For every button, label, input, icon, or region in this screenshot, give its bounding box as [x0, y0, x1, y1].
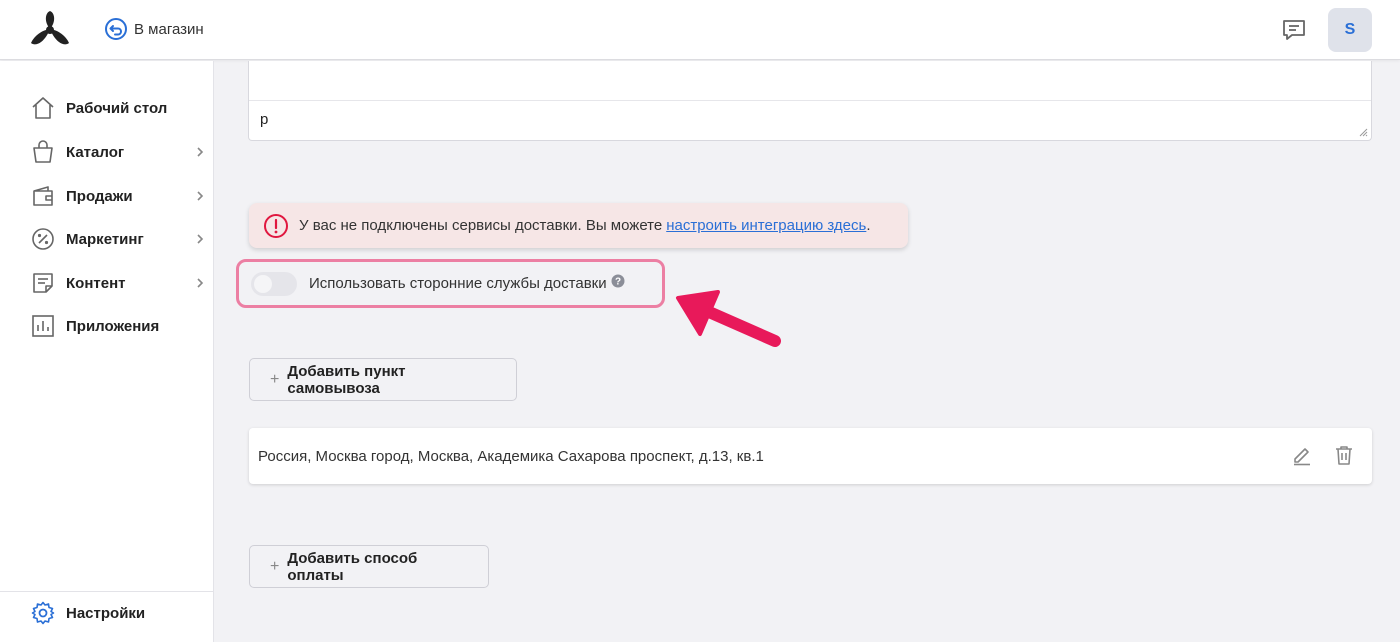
chat-icon[interactable] [1280, 16, 1308, 44]
sidebar-item-apps[interactable]: Приложения [30, 311, 206, 341]
alert-text: У вас не подключены сервисы доставки. Вы… [299, 217, 663, 234]
third-party-delivery-toggle[interactable] [251, 271, 297, 296]
sidebar-item-label: Каталог [66, 143, 125, 161]
integration-link[interactable]: настроить интеграцию здесь [666, 217, 866, 234]
top-bar: В магазин S [0, 0, 1400, 60]
document-icon [33, 273, 53, 293]
add-pickup-point-button[interactable]: + Добавить пункт самовывоза [249, 358, 517, 401]
sidebar-item-sales[interactable]: Продажи [30, 181, 206, 211]
delivery-warning-alert: У вас не подключены сервисы доставки. Вы… [249, 203, 908, 248]
chevron-right-icon [197, 278, 204, 288]
sidebar-item-content[interactable]: Контент [30, 268, 206, 298]
resize-handle-icon[interactable] [1359, 128, 1368, 137]
sidebar: Рабочий стол Каталог Продажи Маркетинг К… [0, 61, 214, 642]
button-label: Добавить пункт самовывоза [287, 362, 406, 397]
sidebar-item-label: Маркетинг [66, 230, 144, 248]
sidebar-item-dashboard[interactable]: Рабочий стол [30, 93, 206, 123]
annotation-arrow-icon [676, 290, 781, 347]
sidebar-item-marketing[interactable]: Маркетинг [30, 224, 206, 254]
chevron-right-icon [197, 147, 204, 157]
sidebar-item-label: Продажи [66, 187, 133, 205]
toggle-label: Использовать сторонние службы доставки [309, 275, 607, 292]
textarea-toolbar-divider [249, 100, 1371, 101]
percent-icon [32, 228, 54, 250]
add-payment-method-button[interactable]: + Добавить способ оплаты [249, 545, 489, 588]
gear-icon [31, 601, 55, 625]
back-arrow-circle-icon [105, 18, 127, 40]
back-to-store-link[interactable]: В магазин [104, 17, 204, 41]
chevron-right-icon [197, 191, 204, 201]
logo-icon[interactable] [28, 10, 72, 48]
sidebar-item-label: Рабочий стол [66, 99, 168, 117]
wallet-icon [33, 186, 53, 206]
chevron-right-icon [197, 234, 204, 244]
pickup-address-text: Россия, Москва город, Москва, Академика … [258, 447, 764, 465]
description-textarea[interactable]: р [248, 61, 1372, 141]
sidebar-divider [0, 591, 214, 592]
sidebar-item-label: Приложения [66, 317, 160, 335]
shopping-bag-icon [33, 140, 53, 163]
svg-text:?: ? [615, 276, 621, 287]
bar-chart-icon [32, 315, 54, 337]
button-label: Добавить способ оплаты [287, 549, 418, 584]
third-party-delivery-toggle-row: Использовать сторонние службы доставки ? [236, 259, 665, 308]
alert-suffix: . [866, 217, 871, 234]
pickup-address-card: Россия, Москва город, Москва, Академика … [249, 428, 1372, 484]
sidebar-item-settings[interactable]: Настройки [30, 598, 206, 628]
sidebar-item-catalog[interactable]: Каталог [30, 137, 206, 167]
pencil-icon[interactable] [1291, 444, 1313, 466]
sidebar-item-label: Настройки [66, 604, 146, 622]
plus-icon: + [270, 370, 280, 388]
store-link-label: В магазин [134, 20, 204, 38]
home-icon [32, 97, 54, 119]
question-circle-icon[interactable]: ? [611, 274, 625, 288]
user-avatar[interactable]: S [1328, 8, 1372, 52]
trash-icon[interactable] [1333, 444, 1355, 466]
exclamation-circle-icon [264, 213, 288, 238]
toggle-knob [254, 274, 272, 293]
plus-icon: + [270, 557, 280, 575]
sidebar-item-label: Контент [66, 274, 126, 292]
textarea-value: р [260, 111, 269, 128]
